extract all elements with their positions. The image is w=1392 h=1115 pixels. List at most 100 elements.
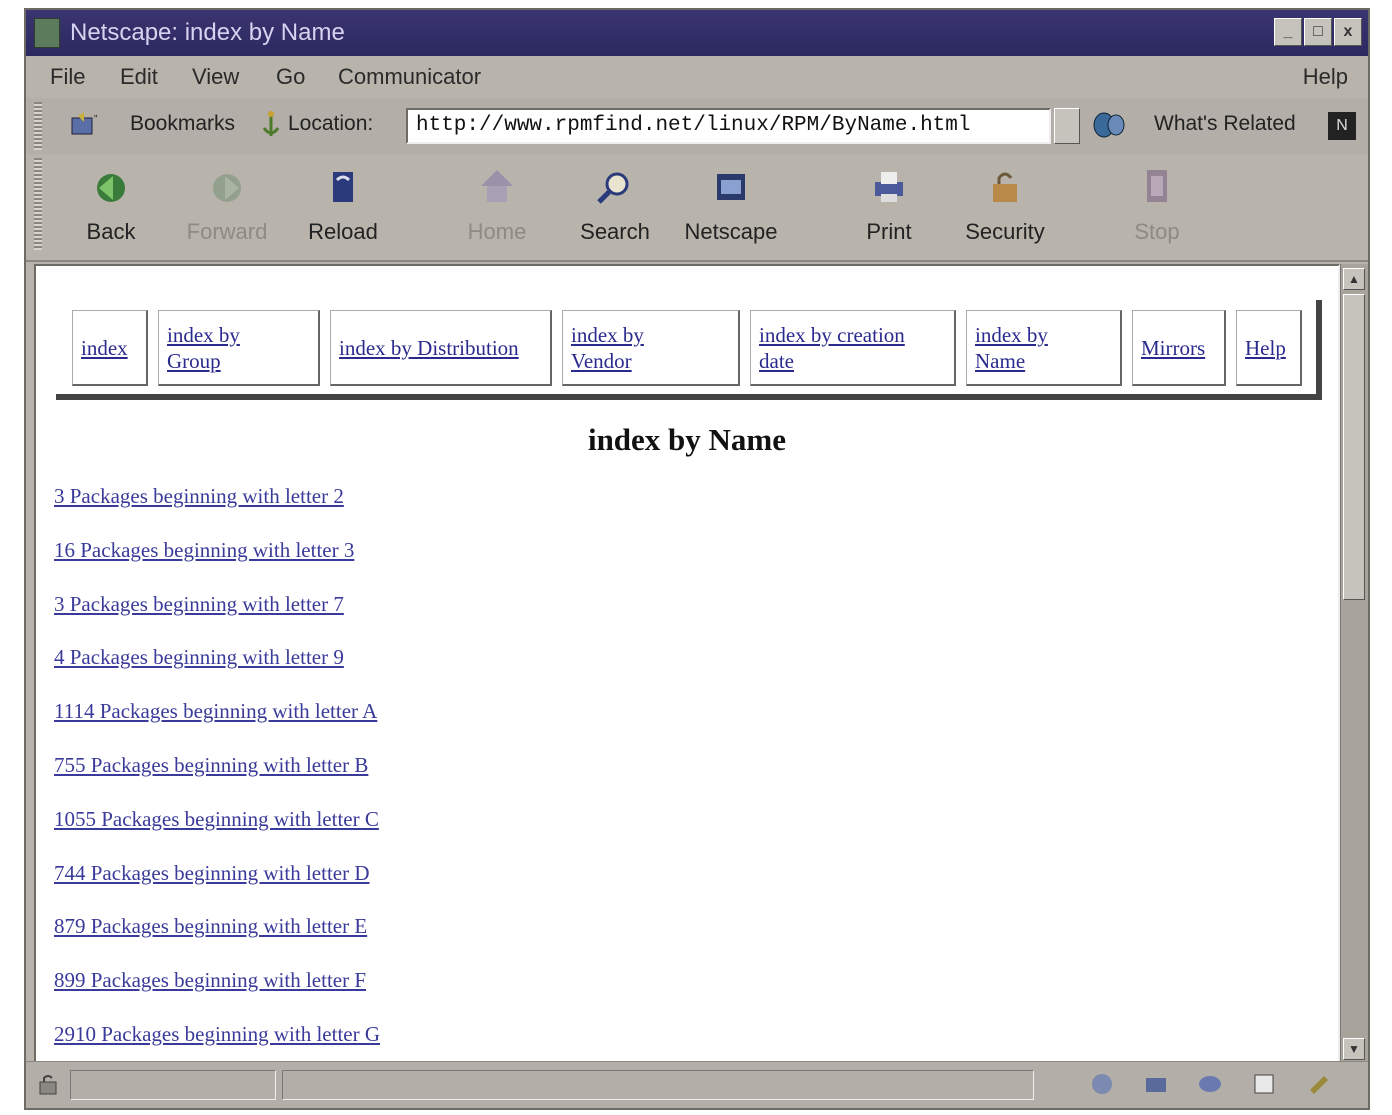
- navigation-toolbar: Back Forward Reload Home Search Netscape…: [26, 154, 1368, 262]
- package-link[interactable]: 879 Packages beginning with letter E: [54, 914, 367, 938]
- package-link[interactable]: 3 Packages beginning with letter 2: [54, 484, 344, 508]
- url-input[interactable]: http://www.rpmfind.net/linux/RPM/ByName.…: [406, 108, 1051, 144]
- page-content[interactable]: index index by Group index by Distributi…: [34, 264, 1340, 1064]
- forward-arrow-icon: [213, 174, 241, 202]
- title-bar[interactable]: Netscape: index by Name _ □ x: [26, 10, 1368, 56]
- scroll-up-arrow[interactable]: ▲: [1343, 268, 1365, 290]
- list-item: 755 Packages beginning with letter B: [54, 753, 380, 807]
- package-letter-list: 3 Packages beginning with letter 2 16 Pa…: [54, 484, 380, 1062]
- browser-window: Netscape: index by Name _ □ x File Edit …: [24, 8, 1370, 1110]
- list-item: 3 Packages beginning with letter 2: [54, 484, 380, 538]
- home-label: Home: [467, 219, 527, 244]
- reload-button[interactable]: Reload: [288, 162, 398, 252]
- search-icon: [597, 172, 629, 204]
- package-link[interactable]: 2910 Packages beginning with letter G: [54, 1022, 380, 1046]
- package-link[interactable]: 4 Packages beginning with letter 9: [54, 645, 344, 669]
- svg-text:": ": [94, 114, 98, 125]
- navigation-toolbar-grip[interactable]: [34, 158, 42, 250]
- list-item: 1114 Packages beginning with letter A: [54, 699, 380, 753]
- address-book-component-icon[interactable]: [1250, 1070, 1278, 1098]
- url-history-dropdown[interactable]: [1054, 108, 1080, 144]
- composer-component-icon[interactable]: [1306, 1070, 1334, 1098]
- menu-view[interactable]: View: [192, 64, 239, 90]
- package-link[interactable]: 3 Packages beginning with letter 7: [54, 592, 344, 616]
- bookmarks-button[interactable]: Bookmarks: [130, 112, 235, 136]
- package-link[interactable]: 1114 Packages beginning with letter A: [54, 699, 377, 723]
- window-menu-icon[interactable]: [34, 18, 60, 48]
- location-toolbar-grip[interactable]: [34, 102, 42, 150]
- nav-link-help[interactable]: Help: [1245, 335, 1286, 361]
- print-label: Print: [866, 219, 912, 244]
- list-item: 744 Packages beginning with letter D: [54, 861, 380, 915]
- stop-button[interactable]: Stop: [1102, 162, 1212, 252]
- lock-icon: [993, 172, 1017, 202]
- print-button[interactable]: Print: [834, 162, 944, 252]
- location-anchor-icon: [262, 111, 280, 136]
- back-label: Back: [86, 219, 136, 244]
- menu-edit[interactable]: Edit: [120, 64, 158, 90]
- package-link[interactable]: 1055 Packages beginning with letter C: [54, 807, 379, 831]
- navigator-component-icon[interactable]: [1088, 1070, 1116, 1098]
- status-bar: [26, 1061, 1368, 1108]
- netscape-logo-button[interactable]: N: [1328, 112, 1356, 140]
- list-item: 2910 Packages beginning with letter G: [54, 1022, 380, 1062]
- vertical-scrollbar[interactable]: ▲ ▼: [1340, 264, 1368, 1064]
- location-label: Location:: [288, 112, 374, 135]
- back-button[interactable]: Back: [56, 162, 166, 252]
- list-item: 1055 Packages beginning with letter C: [54, 807, 380, 861]
- whats-related-button[interactable]: What's Related: [1154, 112, 1296, 136]
- nav-cell-help: Help: [1236, 310, 1302, 386]
- nav-cell-mirrors: Mirrors: [1132, 310, 1226, 386]
- maximize-button[interactable]: □: [1304, 18, 1332, 46]
- stop-label: Stop: [1134, 219, 1180, 244]
- forward-label: Forward: [186, 219, 268, 244]
- bookmarks-icon[interactable]: ": [70, 112, 100, 138]
- list-item: 3 Packages beginning with letter 7: [54, 592, 380, 646]
- minimize-button[interactable]: _: [1274, 18, 1302, 46]
- scrollbar-thumb[interactable]: [1343, 294, 1365, 600]
- page-title: index by Name: [587, 422, 787, 457]
- nav-link-mirrors[interactable]: Mirrors: [1141, 335, 1205, 361]
- netscape-icon: [717, 174, 745, 200]
- package-link[interactable]: 755 Packages beginning with letter B: [54, 753, 368, 777]
- nav-link-index-by-vendor[interactable]: index by Vendor: [571, 322, 671, 374]
- package-link[interactable]: 899 Packages beginning with letter F: [54, 968, 366, 992]
- status-message-field: [282, 1070, 1034, 1100]
- nav-link-index-by-group[interactable]: index by Group: [167, 322, 257, 374]
- location-toolbar: " Bookmarks Location: http://www.rpmfind…: [26, 98, 1368, 155]
- list-item: 879 Packages beginning with letter E: [54, 914, 380, 968]
- nav-cell-index-by-name: index by Name: [966, 310, 1122, 386]
- nav-link-index[interactable]: index: [81, 335, 128, 361]
- whats-related-icon[interactable]: [1090, 110, 1130, 140]
- package-link[interactable]: 16 Packages beginning with letter 3: [54, 538, 354, 562]
- printer-icon: [875, 172, 903, 202]
- security-label: Security: [965, 219, 1045, 244]
- search-button[interactable]: Search: [560, 162, 670, 252]
- nav-cell-index-by-distribution: index by Distribution: [330, 310, 552, 386]
- security-status-icon[interactable]: [36, 1072, 60, 1096]
- home-icon: [481, 170, 513, 202]
- newsgroups-component-icon[interactable]: [1196, 1070, 1224, 1098]
- menu-communicator[interactable]: Communicator: [338, 64, 481, 90]
- close-button[interactable]: x: [1334, 18, 1362, 46]
- window-title: Netscape: index by Name: [70, 19, 345, 46]
- site-nav-table: index index by Group index by Distributi…: [56, 300, 1322, 400]
- mail-component-icon[interactable]: [1142, 1070, 1170, 1098]
- forward-button[interactable]: Forward: [172, 162, 282, 252]
- menu-help[interactable]: Help: [1303, 64, 1348, 90]
- nav-cell-index: index: [72, 310, 148, 386]
- nav-link-index-by-creation-date[interactable]: index by creation date: [759, 322, 939, 374]
- home-button[interactable]: Home: [442, 162, 552, 252]
- nav-link-index-by-distribution[interactable]: index by Distribution: [339, 335, 519, 361]
- nav-link-index-by-name[interactable]: index by Name: [975, 322, 1075, 374]
- scroll-down-arrow[interactable]: ▼: [1343, 1038, 1365, 1060]
- security-button[interactable]: Security: [950, 162, 1060, 252]
- netscape-button[interactable]: Netscape: [676, 162, 786, 252]
- package-link[interactable]: 744 Packages beginning with letter D: [54, 861, 370, 885]
- menu-file[interactable]: File: [50, 64, 85, 90]
- stop-icon: [1147, 170, 1167, 202]
- nav-cell-index-by-creation-date: index by creation date: [750, 310, 956, 386]
- nav-cell-index-by-group: index by Group: [158, 310, 320, 386]
- search-label: Search: [580, 219, 650, 244]
- menu-go[interactable]: Go: [276, 64, 305, 90]
